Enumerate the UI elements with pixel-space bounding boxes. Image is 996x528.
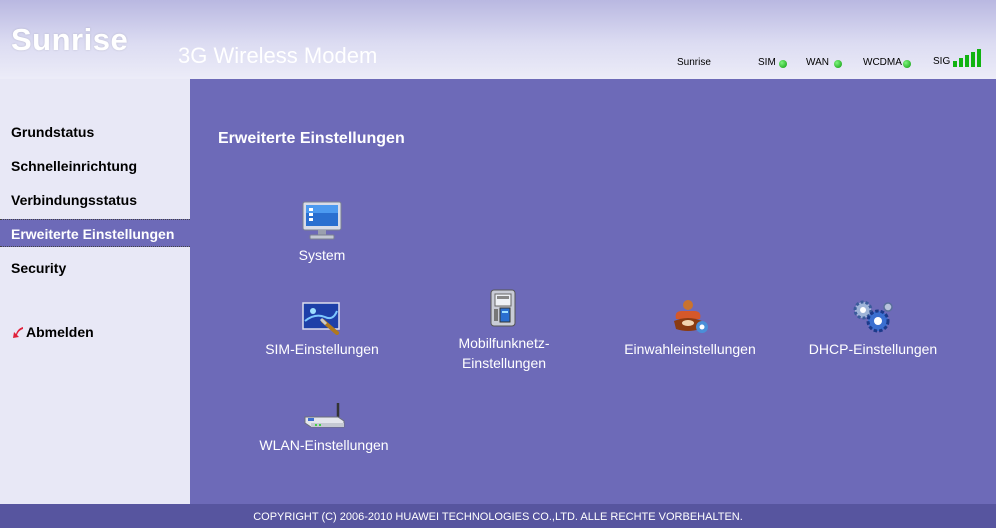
sim-led-icon — [778, 59, 787, 68]
logout-arrow-icon — [13, 327, 23, 338]
dhcp-settings-tile[interactable]: DHCP-Einstellungen — [783, 299, 963, 359]
mobile-network-label-2: Einstellungen — [461, 355, 547, 371]
gears-icon — [853, 300, 893, 333]
logout-label: Abmelden — [26, 324, 94, 340]
sidebar-item-verbindungsstatus[interactable]: Verbindungsstatus — [0, 186, 190, 214]
dialup-icon — [674, 300, 708, 333]
system-tile[interactable]: System — [232, 201, 412, 265]
mobile-network-tile[interactable]: Mobilfunknetz- Einstellungen — [414, 289, 594, 373]
sim-settings-label: SIM-Einstellungen — [265, 341, 379, 357]
wlan-settings-tile[interactable]: WLAN-Einstellungen — [234, 401, 414, 455]
sim-settings-icon — [302, 302, 340, 335]
header: Sunrise 3G Wireless Modem Sunrise SIM WA… — [0, 0, 996, 79]
mobile-network-label-1: Mobilfunknetz- — [458, 335, 550, 351]
sidebar: Grundstatus Schnelleinrichtung Verbindun… — [0, 79, 190, 504]
main-content: Erweiterte Einstellungen System SIM-Eins… — [190, 79, 996, 504]
sim-status: SIM — [758, 57, 787, 68]
operator-name: Sunrise — [677, 57, 711, 68]
network-status: WCDMA — [863, 57, 911, 68]
sim-settings-tile[interactable]: SIM-Einstellungen — [232, 299, 412, 359]
router-icon — [304, 403, 345, 428]
network-label: WCDMA — [863, 57, 902, 68]
mobile-phone-icon — [490, 289, 516, 327]
operator-status: Sunrise — [677, 57, 711, 68]
logout-link[interactable]: Abmelden — [11, 324, 94, 340]
footer-copyright: COPYRIGHT (C) 2006-2010 HUAWEI TECHNOLOG… — [0, 504, 996, 528]
product-name: 3G Wireless Modem — [178, 43, 378, 68]
signal-strength-icon — [953, 48, 982, 67]
dhcp-settings-label: DHCP-Einstellungen — [808, 341, 938, 357]
monitor-icon — [302, 201, 342, 240]
system-label: System — [298, 247, 346, 263]
sim-label: SIM — [758, 57, 776, 68]
wlan-settings-label: WLAN-Einstellungen — [259, 437, 389, 453]
brand-logo: Sunrise — [11, 22, 129, 57]
dialup-settings-tile[interactable]: Einwahleinstellungen — [600, 299, 780, 359]
sidebar-item-erweiterte-einstellungen[interactable]: Erweiterte Einstellungen — [0, 219, 190, 247]
wan-status: WAN — [806, 57, 842, 68]
wan-label: WAN — [806, 57, 829, 68]
network-led-icon — [902, 59, 911, 68]
sidebar-item-schnelleinrichtung[interactable]: Schnelleinrichtung — [0, 152, 190, 180]
sidebar-item-grundstatus[interactable]: Grundstatus — [0, 118, 190, 146]
sidebar-item-security[interactable]: Security — [0, 254, 190, 282]
signal-status: SIG — [933, 48, 982, 67]
signal-label: SIG — [933, 56, 951, 67]
page-title: Erweiterte Einstellungen — [218, 130, 405, 147]
wan-led-icon — [833, 59, 842, 68]
dialup-settings-label: Einwahleinstellungen — [624, 341, 756, 357]
